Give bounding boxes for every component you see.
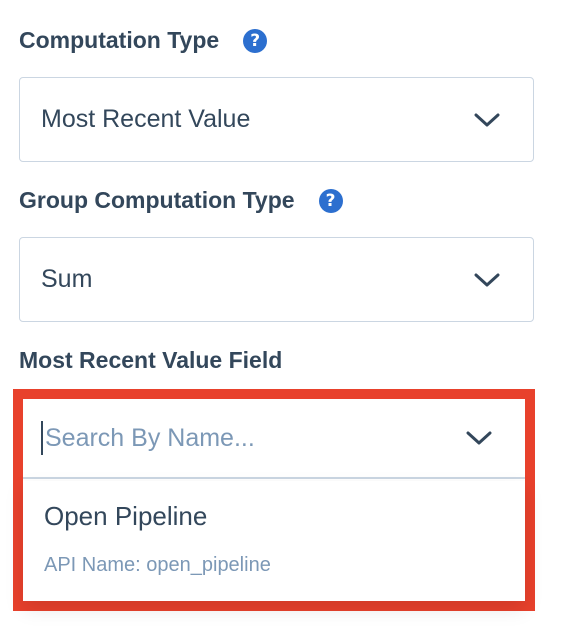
most-recent-value-field-label-text: Most Recent Value Field xyxy=(19,347,283,373)
group-computation-type-value: Sum xyxy=(41,265,93,293)
field-search-input[interactable] xyxy=(41,421,441,455)
highlighted-field-search-box: Open Pipeline API Name: open_pipeline xyxy=(13,389,535,611)
chevron-down-icon xyxy=(474,113,500,126)
option-api-name: API Name: open_pipeline xyxy=(44,554,271,576)
question-circle-icon[interactable]: ? xyxy=(318,188,343,213)
group-computation-type-label: Group Computation Type ? xyxy=(19,187,343,214)
option-title: Open Pipeline xyxy=(44,501,208,531)
chevron-down-icon[interactable] xyxy=(466,430,492,446)
field-options-dropdown: Open Pipeline API Name: open_pipeline xyxy=(23,481,525,601)
computation-type-label-text: Computation Type xyxy=(19,27,220,53)
chevron-down-icon xyxy=(474,273,500,286)
group-computation-type-select[interactable]: Sum xyxy=(19,237,534,322)
question-circle-icon[interactable]: ? xyxy=(243,28,268,53)
computation-type-label: Computation Type ? xyxy=(19,27,268,54)
computation-type-select[interactable]: Most Recent Value xyxy=(19,77,534,162)
field-search-select[interactable] xyxy=(23,399,525,479)
group-computation-type-label-text: Group Computation Type xyxy=(19,187,295,213)
computation-type-value: Most Recent Value xyxy=(41,105,251,133)
most-recent-value-field-label: Most Recent Value Field xyxy=(19,347,282,374)
field-option-open-pipeline[interactable]: Open Pipeline API Name: open_pipeline xyxy=(23,481,525,601)
